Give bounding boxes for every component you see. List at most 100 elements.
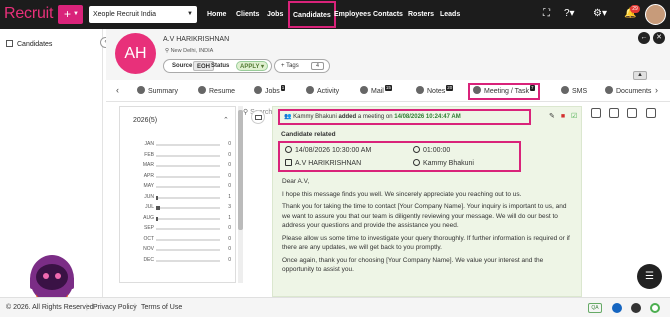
refresh-icon[interactable]: [591, 108, 601, 118]
month-row[interactable]: NOV 0: [134, 246, 231, 255]
tab-activity[interactable]: Activity: [306, 85, 339, 99]
top-navbar: Recruit + ▼ Xeople Recruit India ▼ Home Cl…: [0, 0, 670, 29]
activity-feed: 👥 Kammy Bhakuni added a meeting on 14/08…: [245, 106, 582, 297]
settings-gear-icon[interactable]: ⚙▾: [593, 8, 607, 19]
edit-pencil-icon[interactable]: ✎: [549, 113, 555, 120]
sitemap-icon[interactable]: [646, 108, 656, 118]
footer-divider: |: [86, 304, 88, 311]
tabs-scroll-left-icon[interactable]: ‹: [116, 85, 119, 95]
nav-jobs[interactable]: Jobs: [267, 0, 283, 29]
meeting-candidate[interactable]: A.V HARIKRISHNAN: [295, 160, 361, 167]
month-name: DEC: [143, 256, 154, 263]
tab-meeting-task[interactable]: Meeting / Task7: [468, 83, 540, 100]
event-summary: 👥 Kammy Bhakuni added a meeting on 14/08…: [278, 109, 531, 125]
location-pin-icon: ⚲: [165, 48, 170, 54]
month-bar-track: [156, 154, 220, 157]
status-label: Status: [211, 63, 230, 69]
candidate-avatar: AH: [115, 33, 156, 74]
users-icon: 👥: [284, 114, 292, 120]
privacy-link[interactable]: Privacy Policy: [93, 298, 137, 317]
sidebar-item-candidates[interactable]: Candidates: [6, 40, 52, 48]
source-label: Source: [172, 63, 193, 69]
tabs-scroll-right-icon[interactable]: ›: [655, 85, 658, 95]
help-icon[interactable]: ?▾: [564, 8, 575, 19]
month-name: OCT: [143, 235, 154, 242]
delete-trash-icon[interactable]: ■: [561, 113, 565, 120]
status-dropdown[interactable]: APPLY ▾: [236, 61, 269, 71]
nav-leads[interactable]: Leads: [440, 0, 460, 29]
user-filter-icon[interactable]: [627, 108, 637, 118]
tab-mail[interactable]: Mail15: [360, 85, 392, 99]
quick-menu-button[interactable]: ☰: [637, 264, 662, 289]
nav-rosters[interactable]: Rosters: [408, 0, 434, 29]
month-count: 1: [228, 193, 231, 200]
tags-count: 4: [311, 62, 324, 70]
month-row[interactable]: JUN 1: [134, 194, 231, 203]
left-sidebar: Candidates: [0, 29, 103, 312]
account-icon[interactable]: [631, 303, 641, 313]
month-row[interactable]: JAN 0: [134, 141, 231, 150]
tab-resume[interactable]: Resume: [198, 85, 235, 99]
month-row[interactable]: APR 0: [134, 173, 231, 182]
body-paragraph: Please allow us some time to investigate…: [282, 234, 570, 252]
month-count: 0: [228, 235, 231, 242]
candidate-name: A.V HARIKRISHNAN: [163, 36, 230, 43]
meeting-feed-icon: [251, 110, 265, 124]
user-avatar[interactable]: [645, 4, 666, 25]
month-row[interactable]: MAY 0: [134, 183, 231, 192]
month-bar-track: [156, 207, 220, 209]
tab-summary[interactable]: Summary: [137, 85, 178, 99]
month-name: SEP: [143, 225, 154, 231]
month-row[interactable]: OCT 0: [134, 236, 231, 245]
chevron-up-icon[interactable]: ⌃: [223, 116, 229, 124]
month-row[interactable]: SEP 0: [134, 225, 231, 234]
month-count: 0: [228, 141, 231, 147]
duration-icon: [413, 146, 420, 153]
timeline-scrollbar[interactable]: [238, 106, 243, 283]
nav-clients[interactable]: Clients: [236, 0, 259, 29]
main-content: AH A.V HARIKRISHNAN ⚲ New Delhi, INDIA S…: [106, 29, 670, 297]
tab-notes[interactable]: Notes20: [416, 85, 454, 99]
nav-home[interactable]: Home: [207, 0, 226, 29]
month-name: APR: [143, 172, 154, 179]
month-row[interactable]: JUL 3: [134, 204, 231, 213]
tab-sms[interactable]: SMS: [561, 85, 587, 99]
mail-icon: [360, 86, 368, 94]
card-actions: ✎ ■ ☑: [549, 112, 577, 120]
month-row[interactable]: MAR 0: [134, 162, 231, 171]
chevron-down-icon: ▼: [187, 11, 193, 17]
month-row[interactable]: DEC 0: [134, 257, 231, 266]
nav-candidates[interactable]: Candidates: [288, 1, 336, 28]
month-bar-track: [156, 249, 220, 251]
meeting-body: Dear A.V, I hope this message finds you …: [282, 177, 572, 278]
month-name: JUL: [145, 204, 154, 210]
tags-button[interactable]: + Tags 4: [274, 59, 330, 73]
year-label[interactable]: 2026(5): [133, 117, 157, 124]
close-icon[interactable]: ✕: [653, 32, 665, 44]
fullscreen-icon[interactable]: ⛶: [543, 8, 550, 19]
nav-contacts[interactable]: Contacts: [373, 0, 403, 29]
candidate-tabs: ‹ Summary Resume Jobs1 Activity Mail15 N…: [106, 82, 670, 102]
candidate-location: ⚲ New Delhi, INDIA: [165, 48, 214, 54]
meeting-details: 14/08/2026 10:30:00 AM 01:00:00 A.V HARI…: [278, 141, 521, 172]
back-arrow-icon[interactable]: ←: [638, 32, 650, 44]
month-row[interactable]: FEB 0: [134, 152, 231, 161]
complete-check-icon[interactable]: ☑: [571, 113, 577, 120]
tab-jobs[interactable]: Jobs1: [254, 85, 286, 99]
organization-select[interactable]: Xeople Recruit India ▼: [89, 6, 197, 23]
month-name: NOV: [143, 246, 154, 252]
info-icon[interactable]: [612, 303, 622, 313]
terms-link[interactable]: Terms of Use: [141, 298, 182, 317]
tab-documents[interactable]: Documents: [605, 85, 651, 99]
qa-badge: QA: [588, 303, 602, 313]
collapse-header-button[interactable]: ▲: [633, 71, 647, 80]
nav-employees[interactable]: Employees: [334, 0, 371, 29]
calendar-icon[interactable]: [609, 108, 619, 118]
month-count: 0: [228, 162, 231, 168]
copyright-text: © 2026. All Rights Reserved: [6, 304, 94, 311]
app-logo[interactable]: Recruit: [4, 5, 53, 23]
month-name: MAY: [143, 183, 154, 189]
month-row[interactable]: AUG 1: [134, 215, 231, 224]
quick-add-button[interactable]: + ▼: [58, 5, 83, 24]
month-bar-track: [156, 238, 220, 241]
